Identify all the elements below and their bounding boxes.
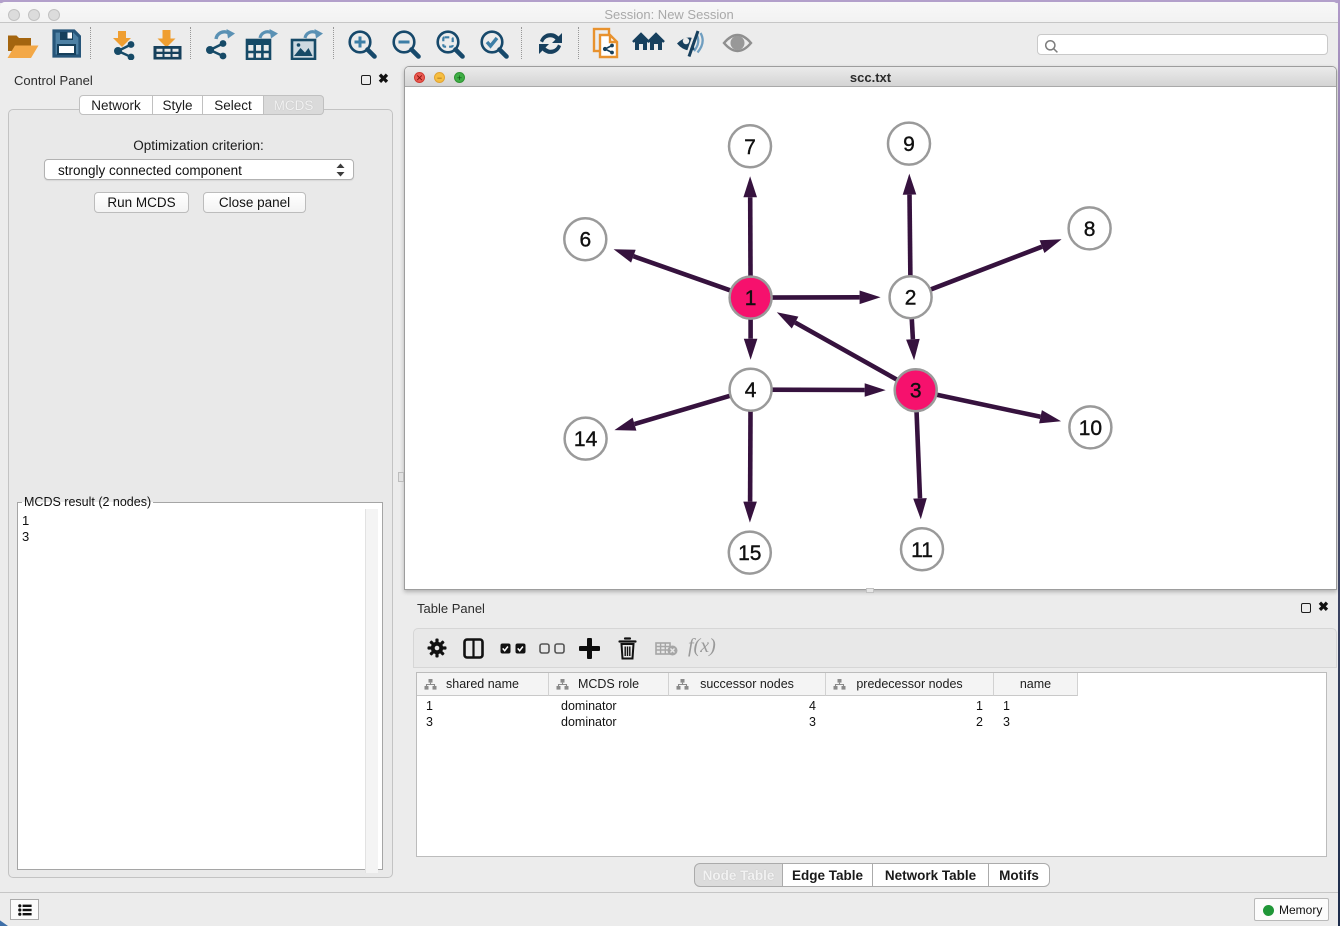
svg-text:10: 10: [1079, 417, 1102, 440]
svg-text:7: 7: [744, 136, 756, 159]
svg-text:3: 3: [910, 380, 922, 403]
svg-text:1: 1: [745, 287, 757, 310]
svg-text:4: 4: [745, 379, 757, 402]
svg-text:8: 8: [1084, 218, 1096, 241]
svg-text:6: 6: [579, 229, 591, 252]
svg-text:11: 11: [911, 539, 933, 562]
svg-text:14: 14: [574, 428, 598, 451]
svg-text:2: 2: [905, 287, 917, 310]
svg-text:15: 15: [738, 542, 761, 565]
svg-text:9: 9: [903, 133, 915, 156]
